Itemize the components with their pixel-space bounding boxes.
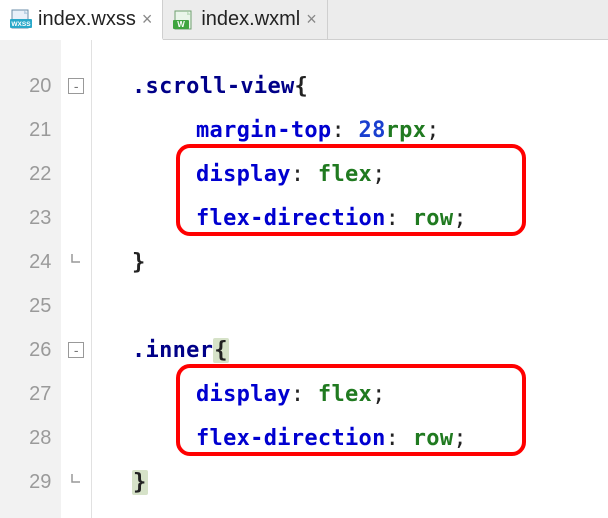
line-number[interactable]: 28 bbox=[0, 416, 61, 460]
line-number[interactable]: 26 bbox=[0, 328, 61, 372]
svg-text:W: W bbox=[178, 20, 186, 29]
code-area[interactable]: .scroll-view { margin-top: 28rpx; displa… bbox=[92, 40, 608, 518]
close-icon[interactable]: × bbox=[306, 9, 317, 30]
code-line[interactable]: } bbox=[92, 240, 608, 284]
svg-text:WXSS: WXSS bbox=[11, 21, 31, 28]
tab-index-wxss[interactable]: WXSS index.wxss × bbox=[0, 0, 163, 40]
code-line[interactable]: display: flex; bbox=[92, 152, 608, 196]
code-line[interactable]: } bbox=[92, 460, 608, 504]
code-line[interactable]: .scroll-view { bbox=[92, 64, 608, 108]
wxss-file-icon: WXSS bbox=[10, 9, 32, 29]
close-icon[interactable]: × bbox=[142, 9, 153, 30]
code-line[interactable]: flex-direction: row; bbox=[92, 416, 608, 460]
fold-end-icon bbox=[68, 474, 84, 490]
line-number[interactable]: 27 bbox=[0, 372, 61, 416]
fold-end-icon bbox=[68, 254, 84, 270]
line-number-column: 20 21 22 23 24 25 26 27 28 29 bbox=[0, 40, 61, 518]
fold-toggle-icon[interactable]: - bbox=[68, 342, 84, 358]
tab-index-wxml[interactable]: W index.wxml × bbox=[163, 0, 327, 39]
line-number[interactable]: 24 bbox=[0, 240, 61, 284]
editor: 20 21 22 23 24 25 26 27 28 29 - - bbox=[0, 40, 608, 518]
code-line[interactable]: .inner { bbox=[92, 328, 608, 372]
ide-window: WXSS index.wxss × W index.wxml × 20 21 2… bbox=[0, 0, 608, 518]
wxml-file-icon: W bbox=[173, 10, 195, 30]
line-number[interactable]: 21 bbox=[0, 108, 61, 152]
fold-toggle-icon[interactable]: - bbox=[68, 78, 84, 94]
line-number[interactable]: 23 bbox=[0, 196, 61, 240]
line-number[interactable]: 22 bbox=[0, 152, 61, 196]
code-line[interactable] bbox=[92, 284, 608, 328]
line-number[interactable]: 25 bbox=[0, 284, 61, 328]
code-line[interactable]: display: flex; bbox=[92, 372, 608, 416]
line-number[interactable]: 29 bbox=[0, 460, 61, 504]
line-number[interactable]: 20 bbox=[0, 64, 61, 108]
tab-bar: WXSS index.wxss × W index.wxml × bbox=[0, 0, 608, 40]
code-line[interactable]: margin-top: 28rpx; bbox=[92, 108, 608, 152]
tab-label: index.wxml bbox=[201, 8, 300, 31]
tab-label: index.wxss bbox=[38, 8, 136, 31]
fold-column: - - bbox=[61, 40, 91, 518]
gutter: 20 21 22 23 24 25 26 27 28 29 - - bbox=[0, 40, 92, 518]
code-line[interactable]: flex-direction: row; bbox=[92, 196, 608, 240]
